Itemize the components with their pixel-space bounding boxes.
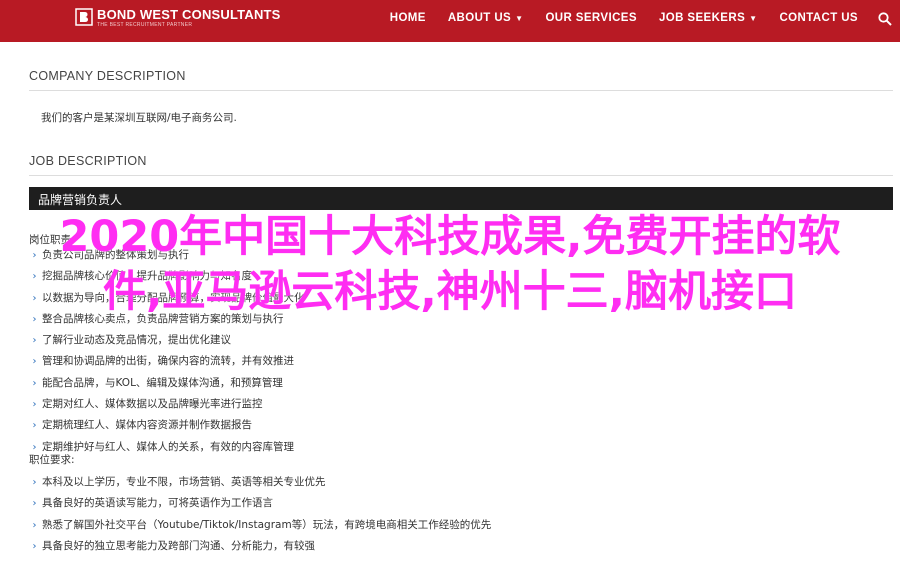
logo-icon (75, 8, 93, 26)
chevron-right-icon: › (32, 313, 37, 325)
chevron-down-icon: ▼ (515, 13, 524, 23)
list-item-text: 定期梳理红人、媒体内容资源并制作数据报告 (42, 419, 252, 432)
chevron-down-icon: ▼ (749, 13, 758, 23)
logo-text: BOND WEST CONSULTANTS (97, 7, 281, 22)
list-item: › 具备良好的独立思考能力及跨部门沟通、分析能力，有较强 (29, 536, 491, 557)
list-item: › 熟悉了解国外社交平台（Youtube/Tiktok/Instagram等）玩法… (29, 515, 492, 536)
list-item: › 能配合品牌，与KOL、编辑及媒体沟通，和预算管理 (29, 373, 305, 394)
chevron-right-icon: › (32, 250, 37, 261)
position-title-bar: 品牌营销负责人 (29, 187, 893, 210)
company-description-heading: COMPANY DESCRIPTION (29, 69, 186, 83)
chevron-right-icon: › (32, 498, 37, 510)
list-item-text: 负责公司品牌的整体策划与执行 (42, 249, 189, 261)
search-icon[interactable] (878, 11, 892, 26)
list-item-text: 定期维护好与红人、媒体人的关系，有效的内容库管理 (42, 440, 294, 453)
list-item: › 挖掘品牌核心价值，提升品牌影响力与知名度 (29, 266, 305, 287)
chevron-right-icon: › (32, 335, 37, 347)
nav-contact-us[interactable]: CONTACT US (779, 12, 858, 24)
list-item-text: 挖掘品牌核心价值，提升品牌影响力与知名度 (42, 270, 252, 283)
list-item-text: 了解行业动态及竞品情况，提出优化建议 (42, 334, 231, 347)
requirements-list: › 本科及以上学历，专业不限，市场营销、英语等相关专业优先 › 具备良好的英语读写能力… (29, 472, 492, 557)
list-item: › 整合品牌核心卖点，负责品牌营销方案的策划与执行 (29, 309, 305, 330)
list-item: › 管理和协调品牌的出街，确保内容的流转，并有效推进 (29, 351, 305, 372)
divider (29, 90, 893, 91)
nav-job-seekers[interactable]: JOB SEEKERS ▼ (659, 12, 758, 24)
list-item-text: 本科及以上学历，专业不限，市场营销、英语等相关专业优先 (42, 476, 326, 488)
requirements-label: 职位要求: (29, 454, 75, 466)
list-item: › 了解行业动态及竞品情况，提出优化建议 (29, 330, 305, 351)
job-description-heading: JOB DESCRIPTION (29, 154, 147, 168)
site-header: BOND WEST CONSULTANTS THE BEST RECRUITME… (0, 0, 900, 42)
nav-our-services[interactable]: OUR SERVICES (545, 12, 637, 24)
chevron-right-icon: › (32, 292, 37, 304)
chevron-right-icon: › (32, 271, 37, 283)
list-item-text: 具备良好的英语读写能力，可将英语作为工作语言 (42, 497, 273, 510)
list-item: › 负责公司品牌的整体策划与执行 (29, 245, 305, 266)
list-item: › 定期梳理红人、媒体内容资源并制作数据报告 (29, 415, 305, 436)
logo[interactable]: BOND WEST CONSULTANTS THE BEST RECRUITME… (75, 8, 281, 29)
chevron-right-icon: › (32, 420, 37, 432)
list-item: › 定期对红人、媒体数据以及品牌曝光率进行监控 (29, 394, 305, 415)
divider (29, 175, 893, 176)
list-item-text: 能配合品牌，与KOL、编辑及媒体沟通，和预算管理 (42, 376, 283, 389)
chevron-right-icon: › (32, 377, 37, 389)
list-item: › 以数据为导向，合理分配品牌预算，实现品牌价值最大化 (29, 288, 305, 309)
chevron-right-icon: › (32, 540, 37, 552)
list-item-text: 具备良好的独立思考能力及跨部门沟通、分析能力，有较强 (42, 539, 315, 552)
list-item-text: 管理和协调品牌的出街，确保内容的流转，并有效推进 (42, 355, 294, 368)
list-item-text: 熟悉了解国外社交平台（Youtube/Tiktok/Instagram等）玩法，… (42, 518, 492, 531)
list-item-text: 整合品牌核心卖点，负责品牌营销方案的策划与执行 (42, 312, 284, 325)
list-item: › 具备良好的英语读写能力，可将英语作为工作语言 (29, 493, 491, 514)
position-title: 品牌营销负责人 (38, 193, 123, 207)
logo-tagline: THE BEST RECRUITMENT PARTNER (97, 22, 193, 28)
list-item: › 本科及以上学历，专业不限，市场营销、英语等相关专业优先 (29, 472, 491, 493)
duties-list: › 负责公司品牌的整体策划与执行 › 挖掘品牌核心价值，提升品牌影响力与知名度 › 以数据… (29, 245, 305, 458)
chevron-right-icon: › (32, 519, 37, 531)
list-item-text: 定期对红人、媒体数据以及品牌曝光率进行监控 (42, 398, 263, 411)
nav-about-us[interactable]: ABOUT US ▼ (448, 12, 524, 24)
chevron-right-icon: › (32, 477, 37, 488)
nav-home[interactable]: HOME (390, 12, 426, 24)
chevron-right-icon: › (32, 356, 37, 368)
company-description-text: 我们的客户是某深圳互联网/电子商务公司. (41, 112, 237, 124)
list-item-text: 以数据为导向，合理分配品牌预算，实现品牌价值最大化 (42, 291, 305, 304)
main-nav: HOME ABOUT US ▼ OUR SERVICES JOB SEEKERS ▼… (368, 0, 892, 36)
chevron-right-icon: › (32, 399, 37, 411)
